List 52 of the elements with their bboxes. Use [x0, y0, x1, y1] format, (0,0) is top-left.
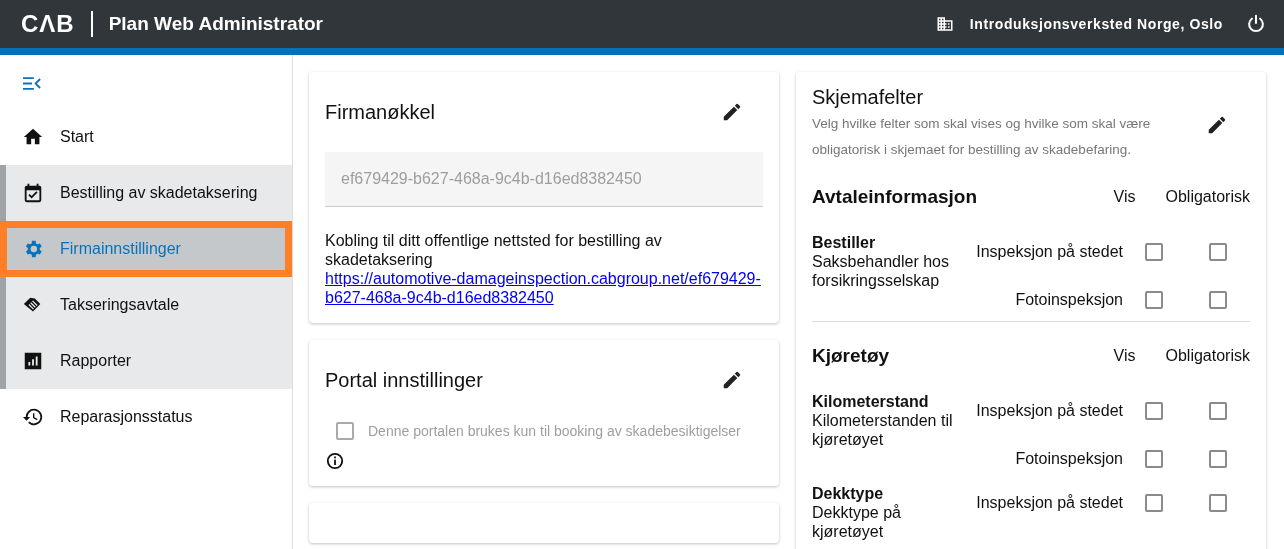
option-label: Fotoinspeksjon [1015, 450, 1123, 468]
option-label: Fotoinspeksjon [1015, 291, 1123, 309]
field-description: Saksbehandler hos forsikringsselskap [812, 252, 950, 290]
sidebar-item[interactable]: Takseringsavtale [0, 277, 292, 333]
card-title: Skjemafelter [812, 86, 925, 109]
field-name: Dekktype [812, 484, 885, 503]
checkbox[interactable] [1145, 494, 1163, 512]
column-header: Obligatorisk [1165, 188, 1250, 206]
checkbox[interactable] [1145, 243, 1163, 261]
edit-icon[interactable] [721, 101, 743, 123]
history-icon [22, 406, 44, 428]
sidebar-item[interactable]: Bestilling av skadetaksering [0, 165, 292, 221]
building-icon [935, 15, 954, 33]
app-title: Plan Web Administrator [108, 13, 323, 35]
checkbox[interactable] [1145, 291, 1163, 309]
option-label: Inspeksjon på stedet [976, 243, 1123, 261]
checkbox-label: Denne portalen brukes kun til booking av skadebesiktigelser [368, 423, 741, 439]
checkbox[interactable] [1209, 243, 1227, 261]
field-name: Bestiller [812, 233, 877, 252]
field-name: Kilometerstand [812, 392, 930, 411]
checkbox[interactable] [1209, 494, 1227, 512]
checkbox[interactable] [1209, 450, 1227, 468]
card-description: Velg hvilke felter som skal vises og hvilke som skal være obligatorisk i skjemaet for bestilling av skadebefaring. [812, 115, 1152, 159]
sidebar-item[interactable]: Start [0, 109, 292, 165]
organization-name: Introduksjonsverksted Norge, Oslo [969, 16, 1223, 32]
collapse-menu-icon[interactable] [23, 77, 41, 90]
option-label: Inspeksjon på stedet [976, 494, 1123, 512]
checkbox[interactable] [1145, 450, 1163, 468]
column-header: Vis [1113, 347, 1136, 365]
power-icon[interactable] [1245, 13, 1267, 35]
option-label: Inspeksjon på stedet [976, 402, 1123, 420]
checkbox[interactable] [1209, 402, 1227, 420]
edit-icon[interactable] [721, 369, 743, 391]
key-field: ef679429-b627-468a-9c4b-d16ed8382450 [325, 152, 763, 207]
column-header: Vis [1113, 188, 1136, 206]
card-title: Portal innstillinger [325, 368, 483, 392]
link-description: Kobling til ditt offentlige nettsted for bestilling av skadetaksering [325, 231, 663, 269]
checkbox[interactable] [1209, 291, 1227, 309]
sidebar-item[interactable]: Reparasjonsstatus [0, 389, 292, 445]
column-header: Obligatorisk [1165, 347, 1250, 365]
calendar-icon [22, 182, 44, 204]
checkbox[interactable] [1145, 402, 1163, 420]
card-title: Firmanøkkel [325, 100, 435, 124]
section-title: Avtaleinformasjon [812, 186, 978, 208]
logo: CΛB [21, 11, 93, 37]
info-icon[interactable] [326, 452, 344, 470]
field-description: Dekktype på kjøretøyet [812, 503, 902, 541]
portal-link[interactable]: https://automotive-damageinspection.cabgroup.net/ef679429-b627-468a-9c4b-d16ed8382450 [325, 269, 763, 307]
bar-chart-icon [22, 350, 44, 372]
section-title: Kjøretøy [812, 345, 890, 367]
field-description: Kilometerstanden til kjøretøyet [812, 411, 954, 449]
sidebar-item[interactable]: Rapporter [0, 333, 292, 389]
